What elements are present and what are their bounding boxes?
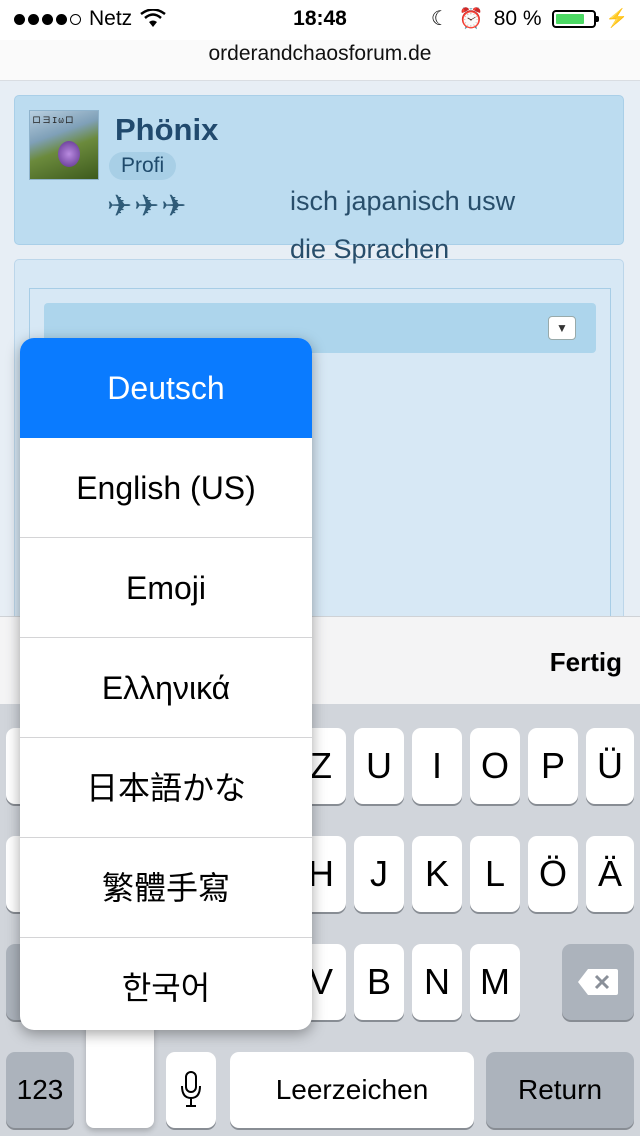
- key-k[interactable]: K: [412, 836, 462, 912]
- backspace-icon: [578, 969, 618, 995]
- done-button[interactable]: Fertig: [550, 647, 622, 678]
- moon-icon: ☾: [430, 8, 449, 30]
- language-greek[interactable]: Ελληνικά: [20, 638, 312, 738]
- key-o[interactable]: O: [470, 728, 520, 804]
- mic-icon: [181, 1071, 201, 1107]
- post-text[interactable]: isch japanisch usw die Sprachen: [290, 177, 515, 273]
- key-n[interactable]: N: [412, 944, 462, 1020]
- key-m[interactable]: M: [470, 944, 520, 1020]
- key-p[interactable]: P: [528, 728, 578, 804]
- rank-star-icon: ✈: [107, 190, 133, 223]
- key-l[interactable]: L: [470, 836, 520, 912]
- language-menu: Deutsch English (US) Emoji Ελληνικά 日本語か…: [20, 338, 312, 1030]
- globe-key[interactable]: [86, 1024, 154, 1128]
- language-traditional-chinese-handwriting[interactable]: 繁體手寫: [20, 838, 312, 938]
- battery-icon: [551, 9, 599, 28]
- language-japanese-kana[interactable]: 日本語かな: [20, 738, 312, 838]
- charging-icon: ⚡: [605, 8, 628, 28]
- status-bar: Netz 18:48 ☾ ⏰ 80 % ⚡: [0, 0, 640, 40]
- key-i[interactable]: I: [412, 728, 462, 804]
- key-b[interactable]: B: [354, 944, 404, 1020]
- dropdown-icon[interactable]: ▼: [548, 316, 576, 340]
- backspace-key[interactable]: [562, 944, 634, 1020]
- language-emoji[interactable]: Emoji: [20, 538, 312, 638]
- rank-icons: ✈ ✈ ✈: [107, 190, 186, 224]
- key-oe[interactable]: Ö: [528, 836, 578, 912]
- dictation-key[interactable]: [166, 1052, 216, 1128]
- language-english-us[interactable]: English (US): [20, 438, 312, 538]
- username[interactable]: Phönix: [115, 112, 218, 148]
- return-key[interactable]: Return: [486, 1052, 634, 1128]
- post-text-line1: isch japanisch usw: [290, 186, 516, 216]
- rank-star-icon: ✈: [134, 190, 160, 223]
- key-u[interactable]: U: [354, 728, 404, 804]
- post-text-line2: die Sprachen: [290, 234, 450, 264]
- numbers-key[interactable]: 123: [6, 1052, 74, 1128]
- language-korean[interactable]: 한국어: [20, 938, 312, 1030]
- key-ue[interactable]: Ü: [586, 728, 634, 804]
- language-deutsch[interactable]: Deutsch: [20, 338, 312, 438]
- space-key[interactable]: Leerzeichen: [230, 1052, 474, 1128]
- key-ae[interactable]: Ä: [586, 836, 634, 912]
- address-bar[interactable]: orderandchaosforum.de: [0, 40, 640, 81]
- rank-star-icon: ✈: [161, 190, 187, 223]
- alarm-icon: ⏰: [458, 8, 484, 30]
- rank-badge: Profi: [109, 152, 177, 180]
- key-j[interactable]: J: [354, 836, 404, 912]
- battery-percent: 80 %: [493, 6, 542, 30]
- avatar[interactable]: ロヨIωロ: [29, 110, 99, 180]
